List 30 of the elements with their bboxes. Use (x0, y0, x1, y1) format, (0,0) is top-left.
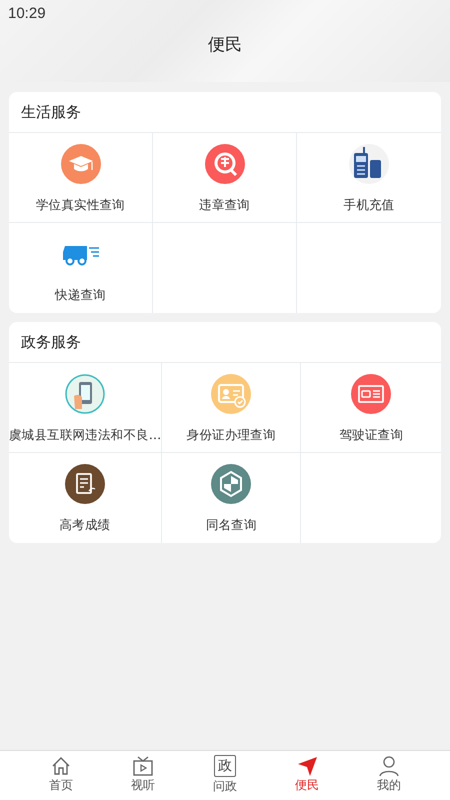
nav-tab[interactable]: 视听 (118, 751, 168, 800)
service-item[interactable]: 同名查询 (162, 453, 302, 543)
service-item[interactable]: 快递查询 (9, 223, 153, 313)
hand-holding-phone-icon (64, 374, 105, 414)
nav-tab[interactable]: 政 问政 (200, 751, 250, 800)
license-card-icon (351, 374, 392, 414)
service-item[interactable]: 虞城县互联网违法和不良… (9, 363, 162, 453)
service-item[interactable]: 学位真实性查询 (9, 133, 153, 223)
nav-tab[interactable]: 首页 (36, 751, 86, 800)
paper-plane-icon (296, 755, 318, 777)
nav-tab[interactable]: 便民 (282, 751, 332, 800)
section-title: 生活服务 (9, 92, 441, 133)
service-item[interactable]: 手机充值 (297, 133, 441, 223)
id-card-icon (211, 374, 252, 414)
score-sheet-icon (64, 464, 105, 504)
tv-icon (132, 755, 154, 777)
status-time: 10:29 (7, 4, 46, 22)
section-title: 政务服务 (9, 322, 441, 363)
mobile-phone-icon (349, 144, 389, 184)
home-icon (50, 755, 72, 777)
boxed-character-icon: 政 (214, 755, 236, 777)
hexagon-shield-icon (211, 464, 252, 504)
page-title: 便民 (208, 34, 242, 56)
service-item[interactable]: 身份证办理查询 (162, 363, 302, 453)
service-item[interactable]: 高考成绩 (9, 453, 162, 543)
person-icon (378, 755, 400, 777)
service-item[interactable]: 违章查询 (153, 133, 297, 223)
graduation-cap-icon (60, 144, 100, 184)
service-item[interactable]: 驾驶证查询 (301, 363, 441, 453)
nav-tab[interactable]: 我的 (364, 751, 414, 800)
